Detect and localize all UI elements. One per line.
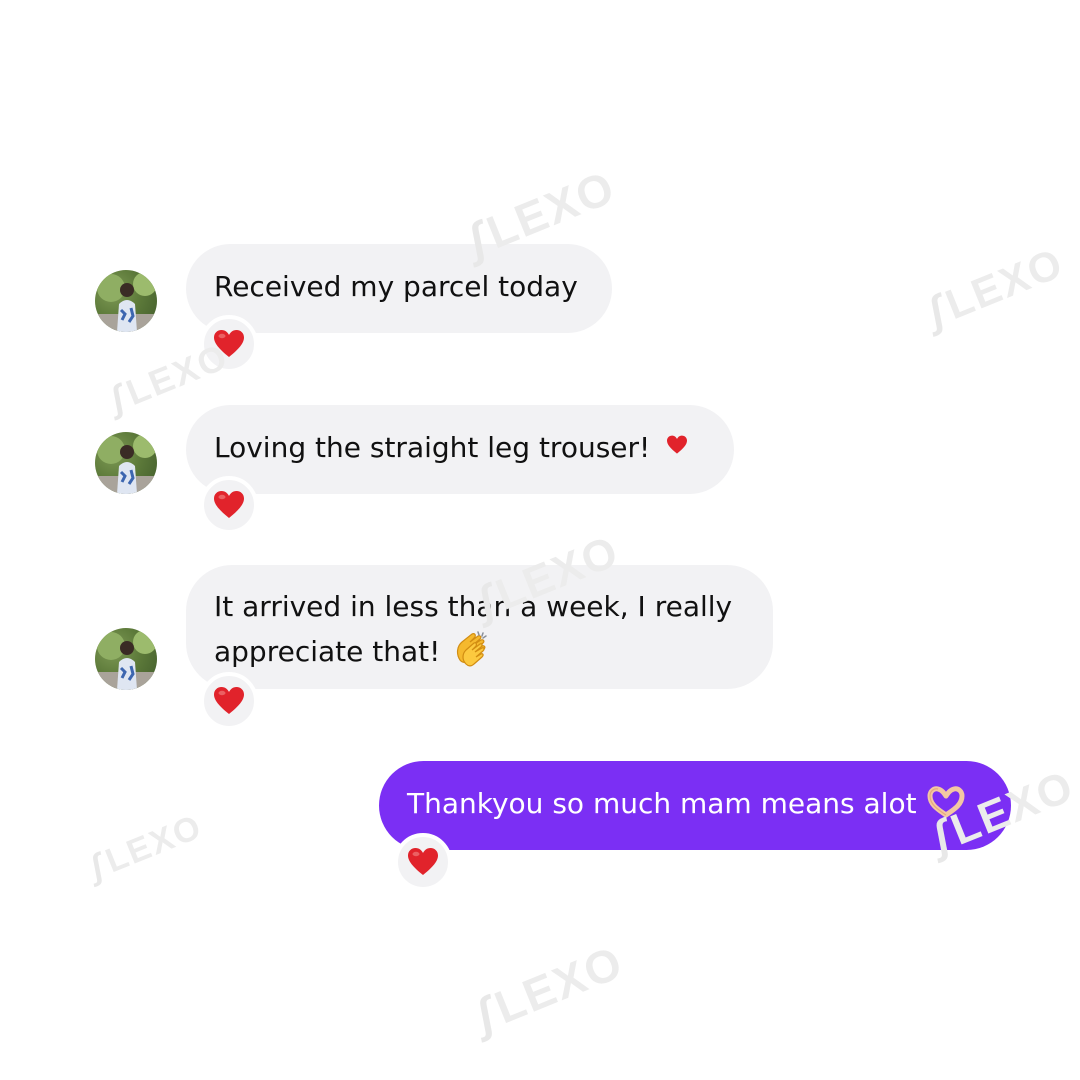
heart-hands-icon	[927, 786, 965, 818]
avatar[interactable]	[95, 270, 157, 332]
red-heart-icon	[667, 435, 688, 454]
message-bubble-incoming[interactable]: It arrived in less than a week, I really…	[186, 565, 773, 689]
clapping-hands-icon	[457, 631, 488, 667]
message-text: Loving the straight leg trouser!	[214, 431, 651, 464]
message-text: Received my parcel today	[214, 270, 578, 303]
message-bubble-outgoing[interactable]: Thankyou so much mam means alot	[379, 761, 1011, 850]
message-text-line: It arrived in less than a week, I really	[214, 590, 733, 623]
watermark-logo: ʃ LEXO	[921, 238, 1071, 336]
avatar[interactable]	[95, 432, 157, 494]
red-heart-icon	[214, 491, 244, 518]
watermark-logo: ʃ LEXO	[468, 935, 631, 1042]
message-text-line: appreciate that!	[214, 629, 745, 674]
message-bubble-incoming[interactable]: Loving the straight leg trouser!	[186, 405, 734, 494]
red-heart-icon	[214, 687, 244, 714]
message-text: Thankyou so much mam means alot	[407, 787, 917, 820]
red-heart-icon	[408, 848, 438, 875]
avatar-photo	[95, 434, 157, 494]
reaction-badge[interactable]	[200, 476, 258, 534]
message-bubble-incoming[interactable]: Received my parcel today	[186, 244, 612, 333]
avatar[interactable]	[95, 628, 157, 690]
red-heart-icon	[214, 330, 244, 357]
avatar-photo	[95, 272, 157, 332]
watermark-logo: ʃ LEXO	[84, 807, 208, 887]
reaction-badge[interactable]	[200, 315, 258, 373]
reaction-badge[interactable]	[200, 672, 258, 730]
avatar-photo	[95, 630, 157, 690]
reaction-badge[interactable]	[394, 833, 452, 891]
